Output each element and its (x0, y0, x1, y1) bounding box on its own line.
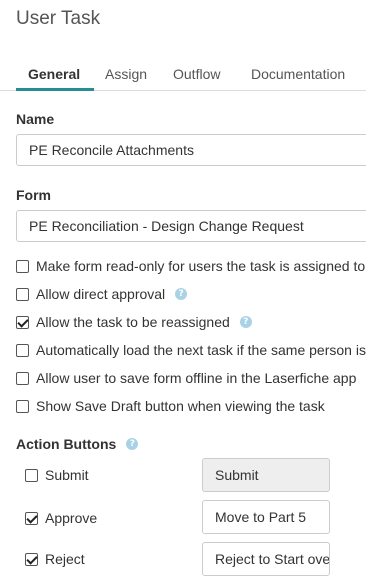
help-icon[interactable]: ? (175, 288, 188, 300)
save-draft-label: Show Save Draft button when viewing the … (36, 398, 325, 414)
form-select[interactable]: PE Reconciliation - Design Change Reques… (16, 210, 366, 242)
save-offline-checkbox[interactable] (16, 371, 29, 385)
submit-button-text-input[interactable]: Submit (202, 458, 330, 492)
auto-load-checkbox[interactable] (16, 343, 29, 357)
action-buttons-label: Action Buttons (16, 436, 117, 452)
option-auto-load-next[interactable]: Automatically load the next task if the … (16, 340, 366, 360)
action-approve-row[interactable]: Approve (25, 508, 97, 528)
tab-outflow[interactable]: Outflow (173, 66, 220, 82)
tab-bar: General Assign Outflow Documentation (0, 60, 366, 91)
submit-label: Submit (45, 467, 89, 483)
auto-load-label: Automatically load the next task if the … (36, 342, 366, 358)
reassign-label: Allow the task to be reassigned (36, 314, 230, 330)
active-tab-indicator (16, 88, 94, 91)
submit-checkbox[interactable] (25, 468, 38, 482)
save-draft-checkbox[interactable] (16, 399, 29, 413)
action-reject-row[interactable]: Reject (25, 549, 85, 569)
help-icon[interactable]: ? (239, 316, 252, 328)
user-task-panel: User Task General Assign Outflow Documen… (0, 0, 366, 585)
approve-label: Approve (45, 510, 98, 526)
reject-button-text-input[interactable]: Reject to Start over (202, 542, 330, 576)
name-label: Name (16, 111, 55, 127)
panel-title: User Task (16, 8, 101, 29)
action-buttons-heading: Action Buttons ? (16, 436, 139, 452)
tab-general[interactable]: General (28, 66, 80, 82)
tab-assign[interactable]: Assign (105, 66, 147, 82)
direct-approval-checkbox[interactable] (16, 287, 29, 301)
name-input[interactable]: PE Reconcile Attachments (16, 134, 366, 166)
option-save-draft[interactable]: Show Save Draft button when viewing the … (16, 396, 325, 416)
reject-label: Reject (45, 551, 85, 567)
option-read-only[interactable]: Make form read-only for users the task i… (16, 256, 365, 276)
approve-button-text-input[interactable]: Move to Part 5 (202, 500, 330, 534)
help-icon[interactable]: ? (126, 438, 139, 450)
option-reassign[interactable]: Allow the task to be reassigned ? (16, 312, 252, 332)
tab-documentation[interactable]: Documentation (251, 66, 345, 82)
action-submit-row[interactable]: Submit (25, 465, 89, 485)
option-direct-approval[interactable]: Allow direct approval ? (16, 284, 188, 304)
form-label: Form (16, 187, 51, 203)
reassign-checkbox[interactable] (16, 315, 29, 329)
read-only-checkbox[interactable] (16, 259, 29, 273)
save-offline-label: Allow user to save form offline in the L… (36, 370, 357, 386)
approve-checkbox[interactable] (25, 511, 38, 525)
option-save-offline[interactable]: Allow user to save form offline in the L… (16, 368, 356, 388)
direct-approval-label: Allow direct approval (36, 286, 166, 302)
reject-checkbox[interactable] (25, 552, 38, 566)
read-only-label: Make form read-only for users the task i… (36, 258, 366, 274)
